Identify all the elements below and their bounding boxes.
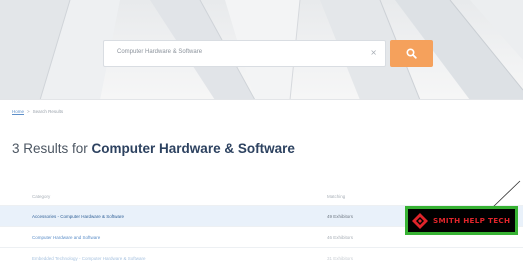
watermark-text: SMITH HELP TECH	[433, 216, 511, 225]
results-count: 3 Results for	[12, 141, 88, 156]
watermark-inner: SMITH HELP TECH	[408, 209, 515, 232]
category-link[interactable]: Accessories - Computer Hardware & Softwa…	[32, 214, 124, 219]
exhibitor-count: 31 Exhibitors	[327, 256, 354, 261]
smith-help-tech-logo-icon	[410, 211, 430, 231]
category-link[interactable]: Embedded Technology - Computer Hardware …	[32, 256, 145, 261]
breadcrumb-home-link[interactable]: Home	[12, 109, 24, 114]
hero-banner: Computer Hardware & Software ×	[0, 0, 523, 100]
breadcrumb-current: Search Results	[32, 109, 64, 114]
breadcrumb-separator: >	[27, 109, 30, 114]
column-header-matching: Matching	[327, 194, 346, 199]
search-input[interactable]: Computer Hardware & Software ×	[103, 40, 386, 67]
search-bar: Computer Hardware & Software ×	[103, 40, 433, 67]
category-link[interactable]: Computer Hardware and Software	[32, 235, 100, 240]
close-icon[interactable]: ×	[370, 48, 377, 57]
exhibitor-count: 46 Exhibitors	[327, 235, 354, 240]
breadcrumb: Home > Search Results	[12, 109, 63, 114]
table-row[interactable]: Embedded Technology - Computer Hardware …	[0, 247, 523, 268]
watermark-badge: SMITH HELP TECH	[405, 206, 518, 235]
exhibitor-count: 49 Exhibitors	[327, 214, 354, 219]
page-title: 3 Results for Computer Hardware & Softwa…	[12, 141, 295, 156]
results-query: Computer Hardware & Software	[91, 141, 295, 156]
table-header: Category Matching	[0, 187, 523, 205]
search-button[interactable]	[390, 40, 433, 67]
search-input-value: Computer Hardware & Software	[117, 49, 203, 55]
column-header-category: Category	[32, 194, 51, 199]
search-icon	[406, 48, 417, 59]
